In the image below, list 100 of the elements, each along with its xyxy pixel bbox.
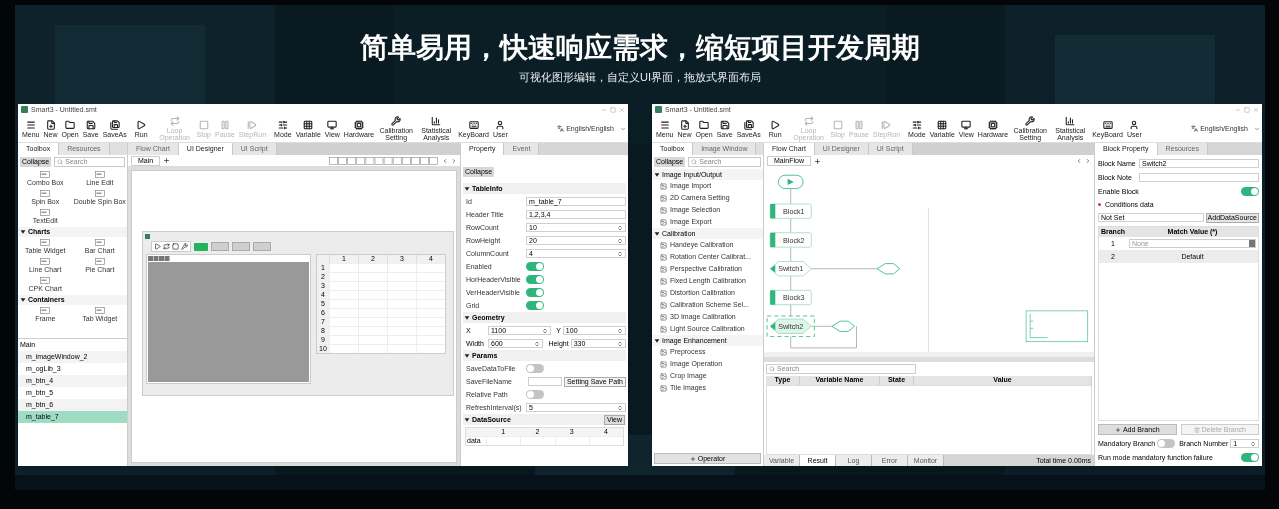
operator-icon xyxy=(660,325,667,333)
add-page-icon[interactable] xyxy=(813,157,821,165)
scroll-right-icon[interactable] xyxy=(451,157,457,164)
connector-line xyxy=(790,188,792,205)
form-button[interactable] xyxy=(211,242,229,251)
new-file-icon xyxy=(45,119,56,130)
widget-icon xyxy=(40,190,51,197)
search-icon xyxy=(57,159,64,165)
grid-icon xyxy=(303,119,314,130)
toggle-switch[interactable] xyxy=(526,275,544,284)
spin-arrows-icon xyxy=(534,340,541,347)
scroll-right-icon[interactable] xyxy=(1085,158,1091,164)
repeat-icon xyxy=(803,116,814,126)
operator-icon xyxy=(660,218,667,226)
spin-arrows-icon xyxy=(617,404,623,411)
pause-icon xyxy=(219,119,230,130)
connector-line xyxy=(790,304,792,317)
banner-subtitle: 可视化图形编辑，自定义UI界面，拖放式界面布局 xyxy=(519,70,761,84)
menu-icon xyxy=(659,119,670,130)
scroll-left-icon[interactable] xyxy=(1076,158,1082,164)
operator-icon xyxy=(660,372,667,380)
operator-icon xyxy=(660,301,667,309)
block-node[interactable]: Block2 xyxy=(769,232,812,248)
form-button[interactable] xyxy=(253,242,271,251)
spin-arrows-icon xyxy=(617,327,623,334)
operator-icon xyxy=(660,194,667,202)
toggle-switch[interactable] xyxy=(1241,187,1259,196)
image-tools-drawing[interactable] xyxy=(148,256,170,261)
alignment-tools-drawing[interactable] xyxy=(329,156,439,165)
add-page-icon[interactable] xyxy=(163,157,171,164)
monitor-icon xyxy=(961,119,972,130)
operator-icon xyxy=(660,360,667,368)
widget-icon xyxy=(94,239,105,246)
repeat-icon xyxy=(169,116,180,126)
save-icon xyxy=(719,119,730,130)
connector-line xyxy=(790,275,792,291)
step-forward-icon xyxy=(881,119,892,130)
operator-icon xyxy=(660,206,667,214)
chevron-down-icon xyxy=(620,125,626,132)
spin-arrows-icon xyxy=(1250,440,1256,447)
switch-node[interactable]: Switch2 xyxy=(766,315,815,337)
block-node[interactable]: Block1 xyxy=(769,203,812,219)
minimap-drawing[interactable] xyxy=(1025,310,1089,343)
operator-icon xyxy=(660,384,667,392)
keyboard-icon xyxy=(1102,119,1113,130)
toggle-switch[interactable] xyxy=(526,288,544,297)
operator-icon xyxy=(660,277,667,285)
branch-end-node[interactable] xyxy=(831,320,855,332)
sliders-icon xyxy=(277,119,288,130)
minimize-icon[interactable] xyxy=(601,106,607,113)
app-icon xyxy=(21,106,28,113)
scroll-left-icon[interactable] xyxy=(442,157,448,164)
step-forward-icon xyxy=(247,119,258,130)
run-button[interactable] xyxy=(194,242,208,251)
stop-icon[interactable] xyxy=(172,243,179,250)
chip-icon xyxy=(988,119,998,130)
operator-icon xyxy=(660,182,667,190)
wrench-icon xyxy=(1025,116,1036,126)
spin-arrows-icon xyxy=(617,237,623,244)
maximize-icon[interactable] xyxy=(1244,106,1250,113)
branch-end-node[interactable] xyxy=(876,263,901,275)
block-node[interactable]: Block3 xyxy=(769,289,812,306)
user-icon xyxy=(495,119,506,130)
close-icon[interactable] xyxy=(1253,106,1259,113)
chevron-down-icon xyxy=(1254,125,1260,132)
toggle-switch[interactable] xyxy=(526,262,544,271)
toggle-switch[interactable] xyxy=(1157,439,1176,448)
wrench-icon[interactable] xyxy=(181,243,188,250)
form-button[interactable] xyxy=(232,242,250,251)
operator-icon xyxy=(660,289,667,297)
widget-icon xyxy=(94,307,105,314)
search-icon xyxy=(769,366,775,372)
play-icon[interactable] xyxy=(154,243,161,250)
switch-node[interactable]: Switch1 xyxy=(769,261,812,277)
toggle-switch[interactable] xyxy=(526,301,544,310)
input-field[interactable] xyxy=(528,377,562,386)
new-file-icon xyxy=(679,119,690,130)
toggle-switch[interactable] xyxy=(526,390,544,399)
bar-chart-icon xyxy=(431,116,442,126)
minimize-icon[interactable] xyxy=(1235,106,1241,113)
plus-icon xyxy=(689,455,696,462)
grid-icon xyxy=(937,119,948,130)
operator-icon xyxy=(660,265,667,273)
toggle-switch[interactable] xyxy=(526,364,544,373)
language-icon xyxy=(1191,125,1199,132)
horizontal-scrollbar[interactable] xyxy=(764,352,1094,357)
input-field[interactable] xyxy=(1139,173,1259,182)
repeat-icon[interactable] xyxy=(163,243,170,250)
close-icon[interactable] xyxy=(619,106,625,113)
save-all-icon xyxy=(743,119,754,130)
widget-icon xyxy=(94,190,105,197)
maximize-icon[interactable] xyxy=(610,106,616,113)
save-icon xyxy=(85,119,96,130)
toggle-switch[interactable] xyxy=(1241,453,1259,462)
bar-chart-icon xyxy=(1065,116,1076,126)
widget-icon xyxy=(40,171,51,178)
start-node[interactable] xyxy=(778,174,804,189)
widget-icon xyxy=(94,171,105,178)
spin-arrows-icon xyxy=(617,250,623,257)
spin-arrows-icon xyxy=(617,224,623,231)
